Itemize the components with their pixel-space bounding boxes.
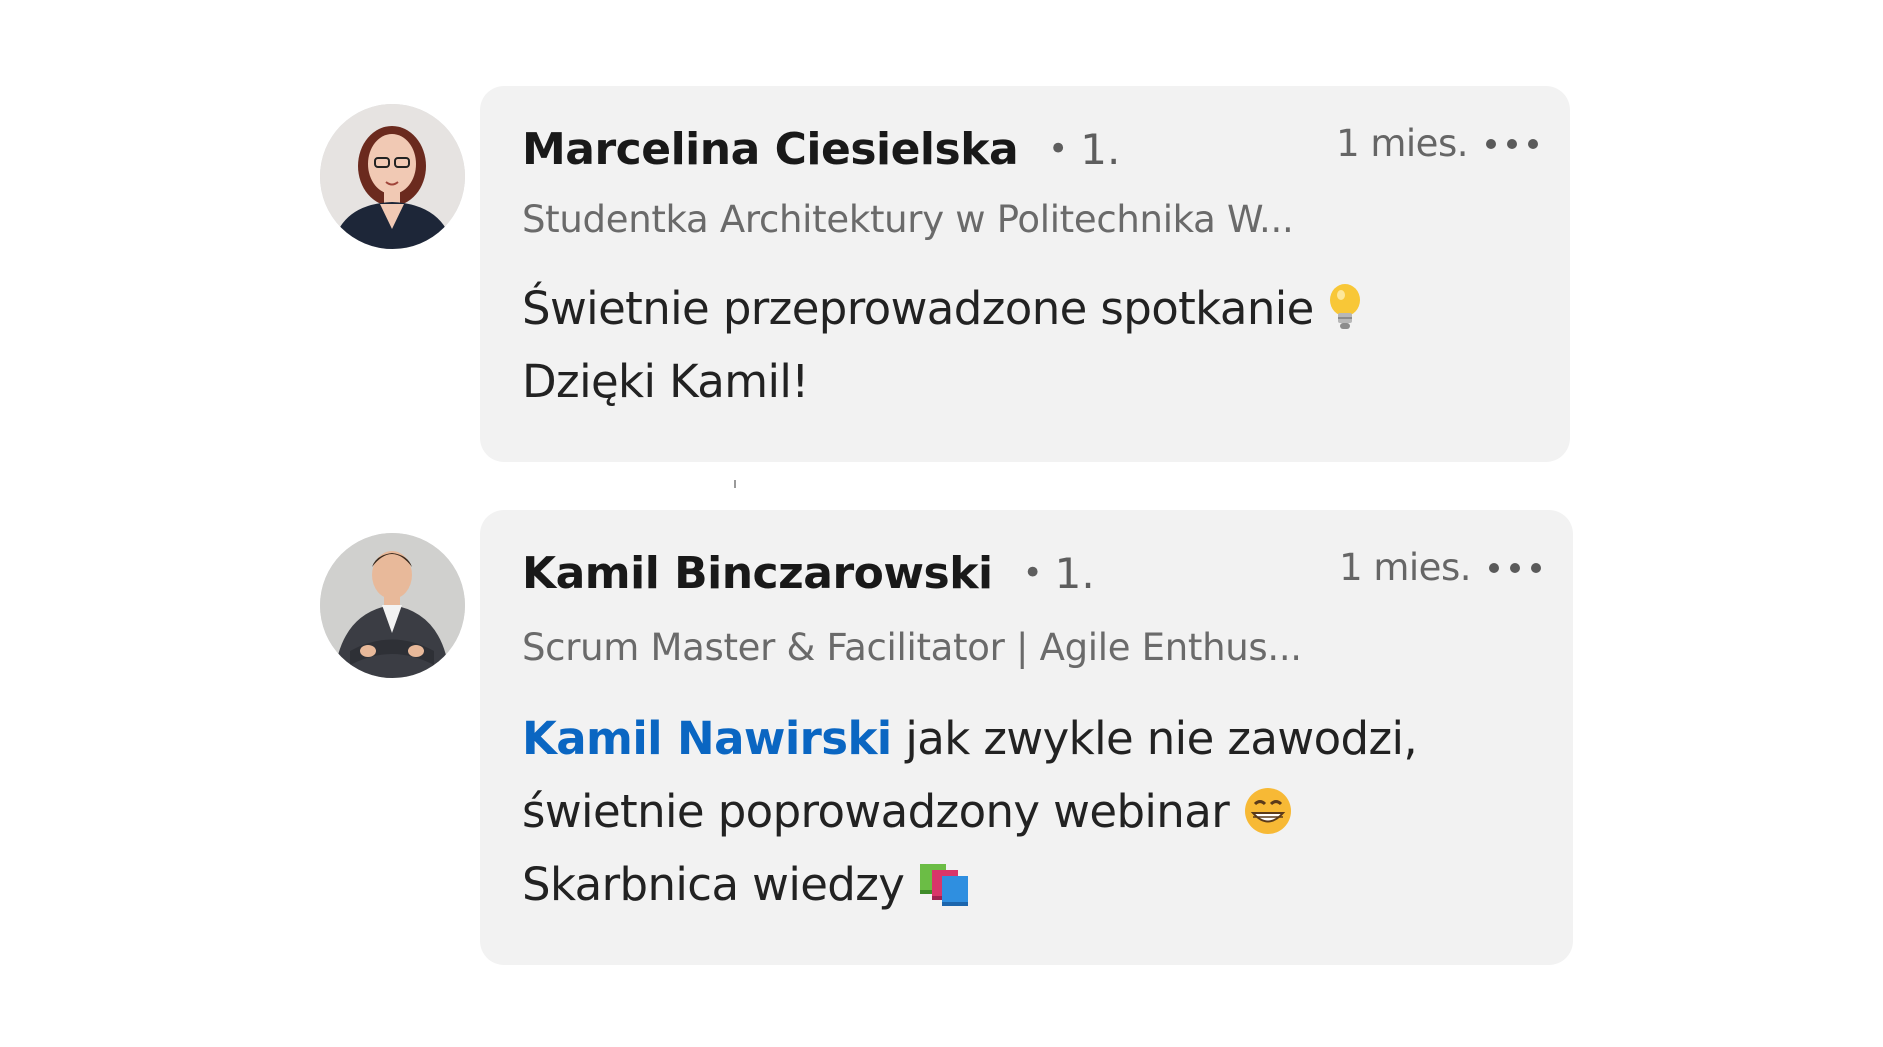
- comment-bubble: Kamil Binczarowski • 1. 1 mies. Scrum Mas…: [480, 510, 1573, 965]
- comment-meta: 1 mies.: [1339, 546, 1541, 589]
- avatar-kamil[interactable]: [320, 533, 465, 678]
- comment-line: Skarbnica wiedzy: [522, 858, 905, 911]
- timestamp: 1 mies.: [1339, 546, 1471, 589]
- author-name[interactable]: Marcelina Ciesielska: [522, 124, 1019, 175]
- divider-mark: [734, 480, 736, 488]
- author-row: Kamil Binczarowski • 1.: [522, 548, 1095, 599]
- author-row: Marcelina Ciesielska • 1.: [522, 124, 1120, 175]
- comment-line: Dzięki Kamil!: [522, 355, 809, 408]
- ellipsis-icon: [1486, 138, 1496, 149]
- light-bulb-icon: [1328, 283, 1362, 333]
- profile-photo-icon: [320, 104, 465, 249]
- comment-line: jak zwykle nie zawodzi,: [891, 712, 1418, 765]
- connection-degree: • 1.: [1022, 549, 1095, 598]
- author-headline: Scrum Master & Facilitator | Agile Enthu…: [522, 626, 1302, 669]
- mention-link[interactable]: Kamil Nawirski: [522, 712, 892, 765]
- comment-bubble: Marcelina Ciesielska • 1. 1 mies. Student…: [480, 86, 1570, 462]
- author-headline: Studentka Architektury w Politechnika W.…: [522, 198, 1294, 241]
- avatar-marcelina[interactable]: [320, 104, 465, 249]
- comment-text: Świetnie przeprowadzone spotkanie Dzięki…: [522, 272, 1362, 418]
- ellipsis-icon: [1489, 562, 1499, 573]
- comment-line: świetnie poprowadzony webinar: [522, 785, 1230, 838]
- more-options-button[interactable]: [1486, 124, 1538, 164]
- grinning-face-icon: [1243, 786, 1293, 836]
- profile-photo-icon: [320, 533, 465, 678]
- more-options-button[interactable]: [1489, 548, 1541, 588]
- author-name[interactable]: Kamil Binczarowski: [522, 548, 993, 599]
- comment-line: Świetnie przeprowadzone spotkanie: [522, 282, 1314, 335]
- connection-degree: • 1.: [1048, 125, 1121, 174]
- books-icon: [918, 860, 972, 908]
- comment-text: Kamil Nawirski jak zwykle nie zawodzi, ś…: [522, 702, 1418, 921]
- comment-meta: 1 mies.: [1336, 122, 1538, 165]
- timestamp: 1 mies.: [1336, 122, 1468, 165]
